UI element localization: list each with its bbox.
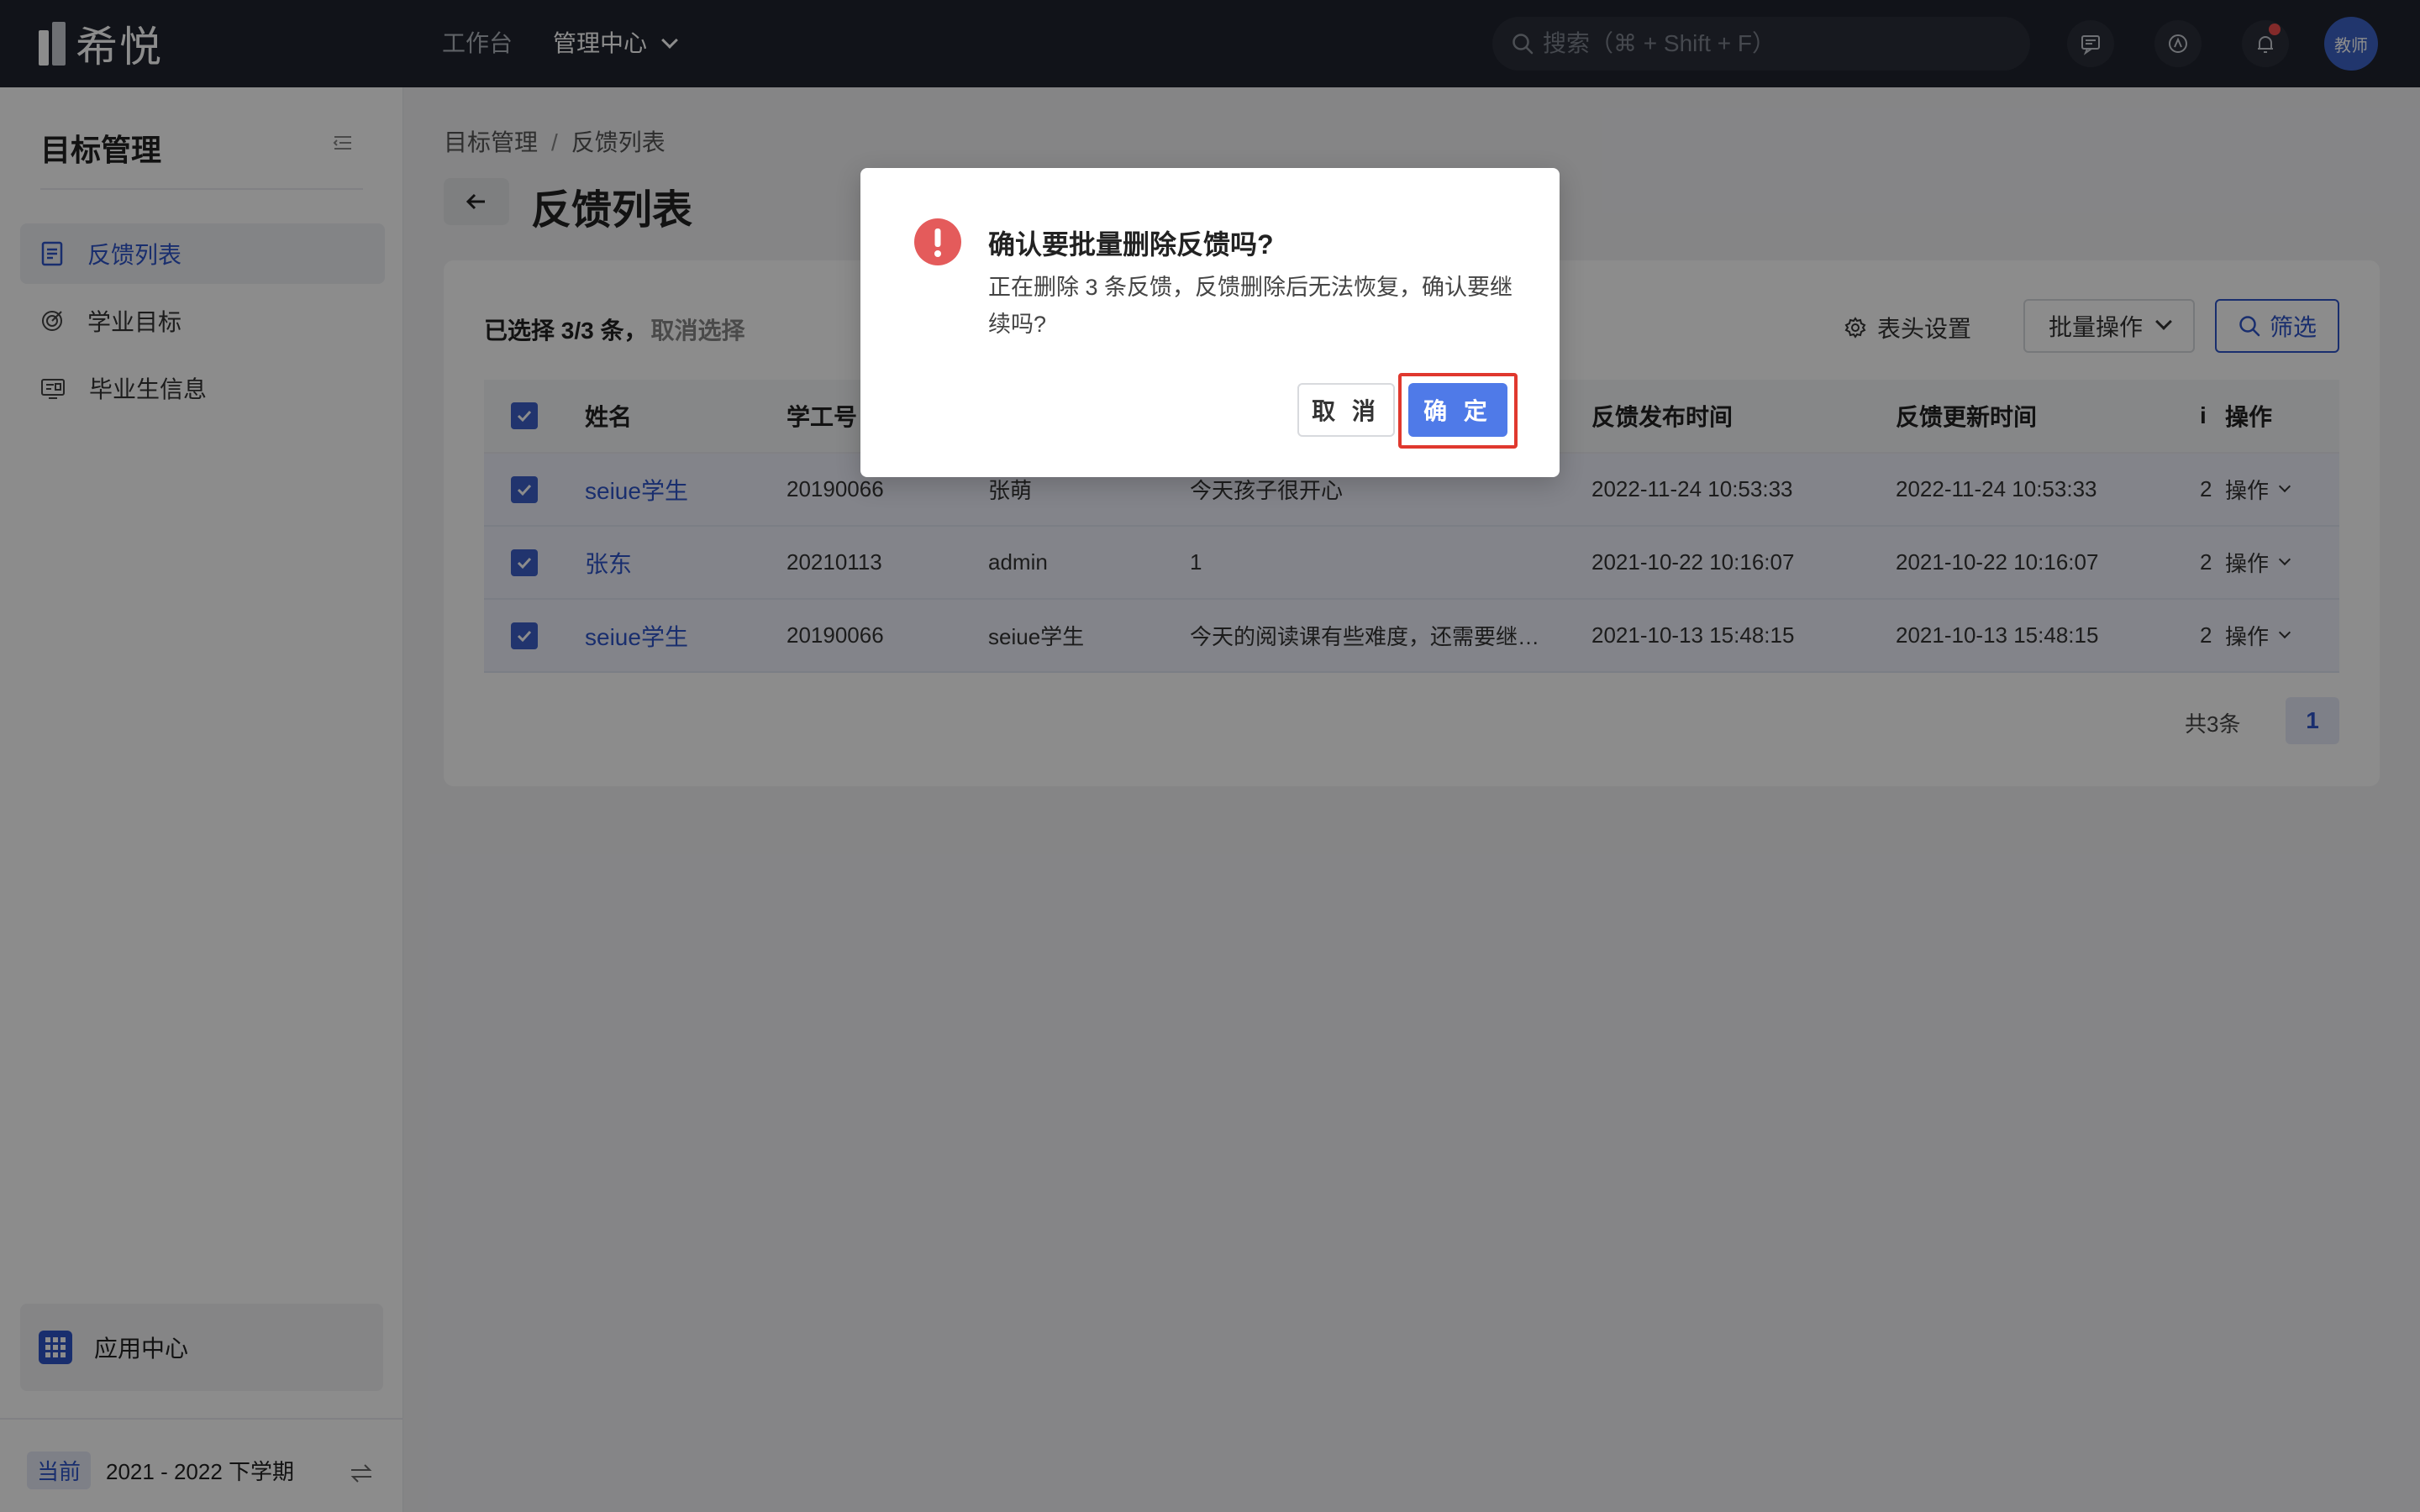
confirm-delete-dialog: 确认要批量删除反馈吗? 正在删除 3 条反馈，反馈删除后无法恢复，确认要继续吗?… [860, 168, 1560, 477]
dialog-cancel-button[interactable]: 取 消 [1297, 383, 1395, 437]
dialog-title: 确认要批量删除反馈吗? [988, 229, 1274, 260]
dialog-message: 正在删除 3 条反馈，反馈删除后无法恢复，确认要继续吗? [988, 275, 1513, 337]
dialog-confirm-button[interactable]: 确 定 [1408, 383, 1507, 437]
exclamation-icon [914, 218, 961, 265]
